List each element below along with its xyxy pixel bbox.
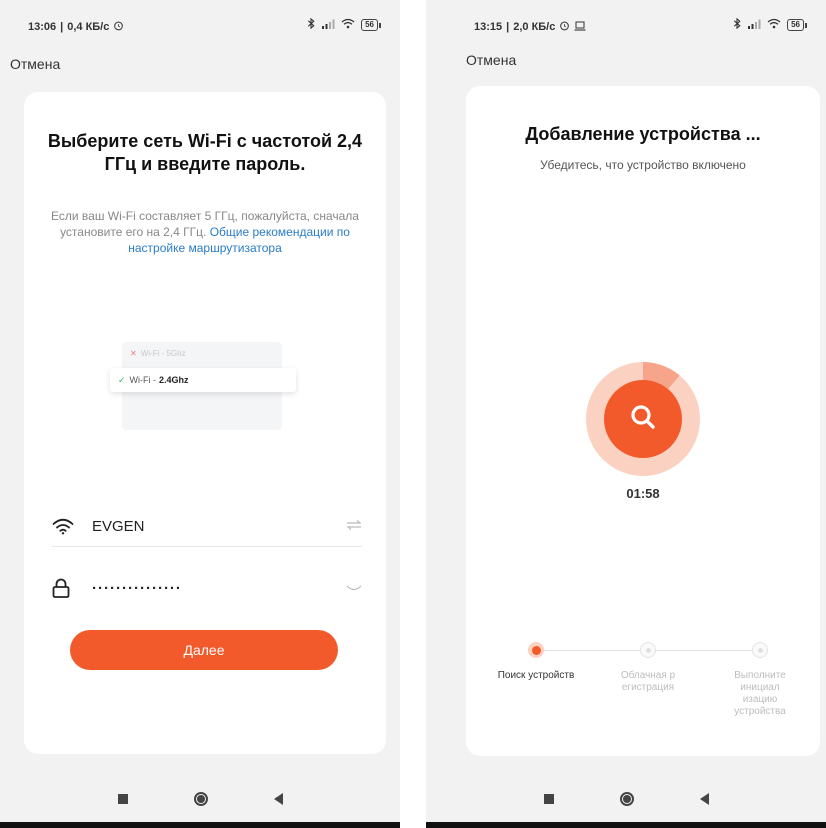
check-icon: ✓ <box>118 374 126 385</box>
status-time: 13:15 <box>474 21 503 33</box>
triangle-back-icon <box>699 793 709 805</box>
lock-icon <box>52 578 78 598</box>
step-dot-search <box>528 642 544 658</box>
cancel-button[interactable]: Отмена <box>466 52 516 68</box>
signal-icon <box>747 19 761 32</box>
status-bar: 13:15 | 2,0 КБ/с 56 <box>426 14 826 36</box>
wifi-status-icon <box>341 18 355 32</box>
square-icon <box>543 794 554 804</box>
switch-network-icon[interactable] <box>340 519 362 533</box>
alarm-icon <box>113 20 124 34</box>
ssid-value: EVGEN <box>92 517 145 535</box>
wifi-icon <box>52 518 78 535</box>
laptop-icon <box>574 20 586 34</box>
cancel-button[interactable]: Отмена <box>10 56 60 72</box>
square-icon <box>117 794 128 804</box>
back-button[interactable] <box>699 793 709 805</box>
navigation-bar <box>0 784 400 814</box>
step-label-cloud: Облачная р егистрация <box>620 670 676 693</box>
illus-good-band: 2.4Ghz <box>159 375 189 385</box>
eye-icon[interactable] <box>340 581 362 595</box>
signal-icon <box>321 19 335 32</box>
alarm-icon <box>559 20 570 34</box>
status-speed: 2,0 КБ/с <box>513 21 556 33</box>
circle-icon <box>619 792 634 806</box>
next-button[interactable]: Далее <box>70 630 338 670</box>
page-title: Выберите сеть Wi-Fi с частотой 2,4 ГГц и… <box>47 131 363 174</box>
step-label-search: Поиск устройств <box>497 670 575 681</box>
wifi-hint: Если ваш Wi-Fi составляет 5 ГГц, пожалуй… <box>40 208 370 256</box>
search-icon <box>628 402 658 437</box>
recent-apps-button[interactable] <box>543 794 554 804</box>
password-field[interactable]: ··············· <box>52 568 362 608</box>
page-subtitle: Убедитесь, что устройство включено <box>540 158 746 172</box>
page-title: Добавление устройства ... <box>525 124 761 144</box>
countdown-timer: 01:58 <box>626 486 660 501</box>
circle-icon <box>193 792 208 806</box>
step-dot-cloud <box>640 642 656 658</box>
triangle-back-icon <box>273 793 283 805</box>
home-button[interactable] <box>193 792 208 806</box>
status-speed: 0,4 КБ/с <box>67 21 110 33</box>
wifi-form-card: Выберите сеть Wi-Fi с частотой 2,4 ГГц и… <box>24 92 386 754</box>
wifi-status-icon <box>767 18 781 32</box>
ssid-field[interactable]: EVGEN <box>52 506 362 547</box>
navigation-bar <box>426 784 826 814</box>
step-label-init: Выполните инициал изацию устройства <box>734 670 786 717</box>
recent-apps-button[interactable] <box>117 794 128 804</box>
cross-icon: ✕ <box>130 348 137 358</box>
step-dot-init <box>752 642 768 658</box>
password-value: ··············· <box>92 579 182 597</box>
device-search-screen: 13:15 | 2,0 КБ/с 56 Отмена Добавление ус… <box>426 0 826 828</box>
battery-icon: 56 <box>787 19 807 31</box>
bluetooth-icon <box>733 17 741 32</box>
illus-bad-band: Wi-Fi - 5Ghz <box>140 348 186 358</box>
device-search-card: Добавление устройства ... Убедитесь, что… <box>466 86 820 756</box>
home-button[interactable] <box>619 792 634 806</box>
status-time: 13:06 <box>28 21 57 33</box>
search-progress-ring <box>586 362 700 476</box>
progress-steps: Поиск устройств Облачная р егистрация Вы… <box>498 642 796 742</box>
illus-good-prefix: Wi-Fi - <box>129 375 157 385</box>
status-bar: 13:06 | 0,4 КБ/с 56 <box>0 14 400 36</box>
back-button[interactable] <box>273 793 283 805</box>
battery-icon: 56 <box>361 19 381 31</box>
wifi-setup-screen: 13:06 | 0,4 КБ/с 56 Отмена Выберите сеть… <box>0 0 400 828</box>
bluetooth-icon <box>307 17 315 32</box>
wifi-band-illustration: ✕ Wi-Fi - 5Ghz ✓ Wi-Fi - 2.4Ghz <box>110 342 296 430</box>
